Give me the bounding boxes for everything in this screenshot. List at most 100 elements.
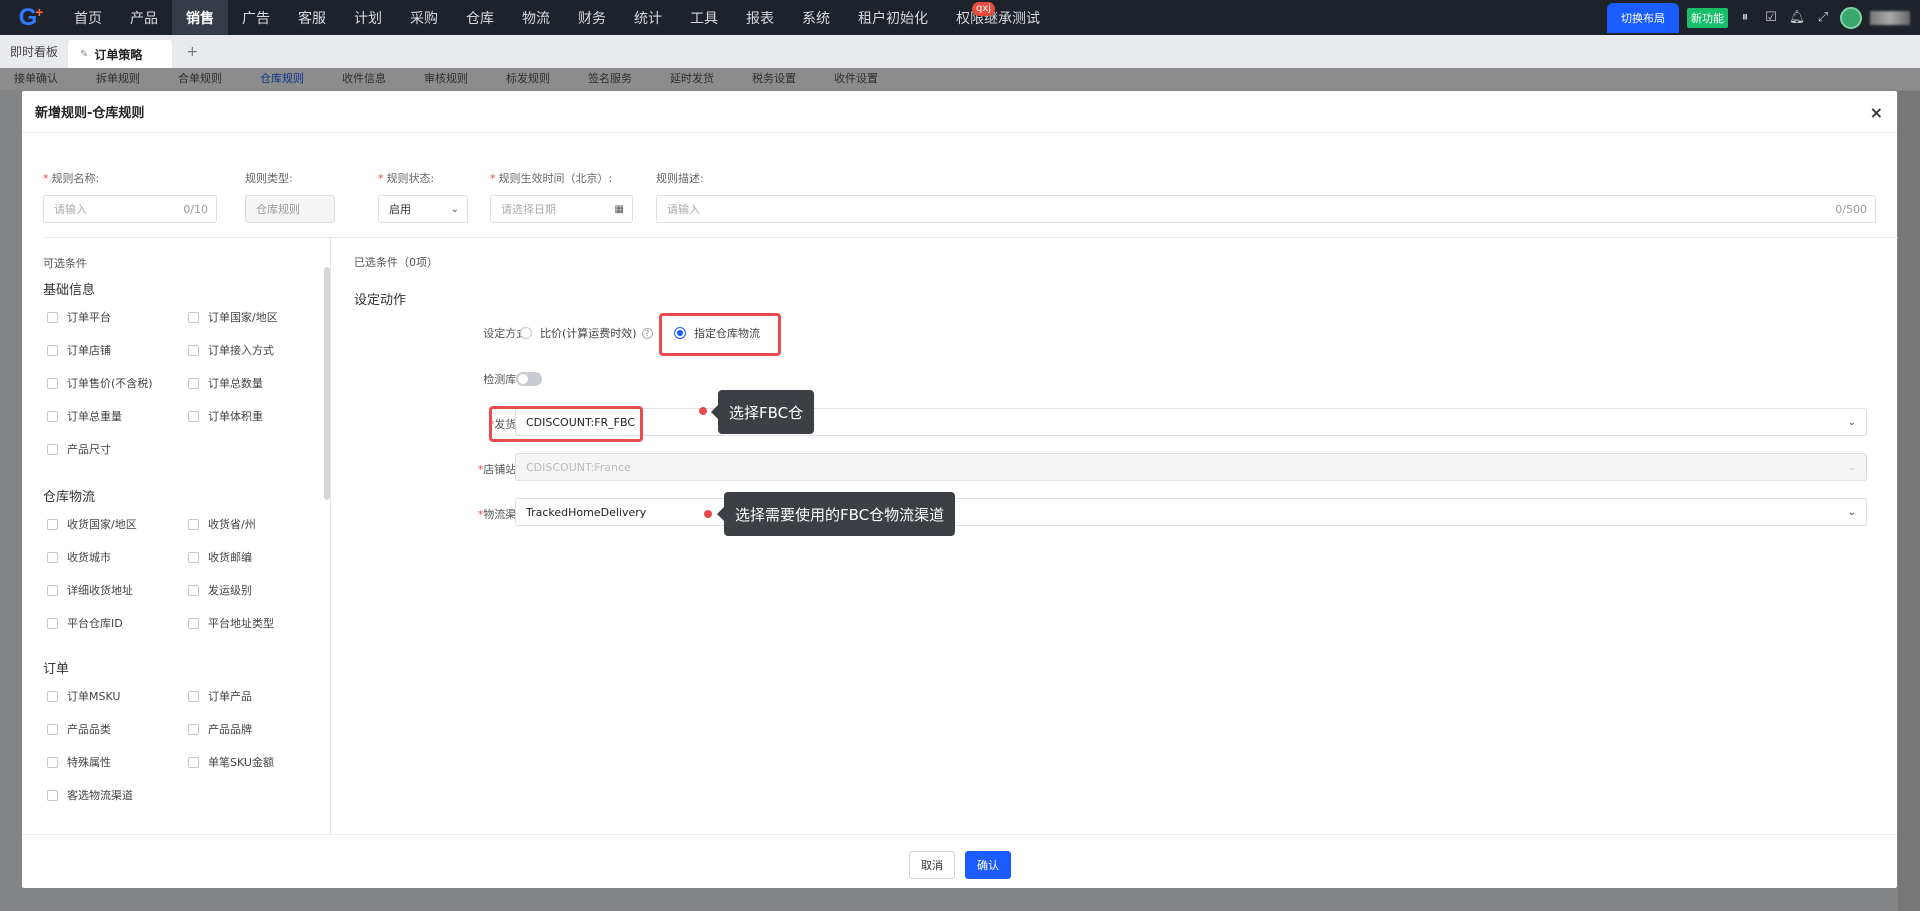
condition-shipping-level[interactable]: 发运级别 [188, 582, 252, 598]
checkbox[interactable] [188, 377, 199, 389]
condition-customer-channel[interactable]: 客选物流渠道 [47, 787, 133, 803]
group-warehouse-logistics-title: 仓库物流 [43, 490, 96, 505]
nav-item-reports[interactable]: 报表 [732, 0, 788, 35]
rule-name-input[interactable]: 请输入 0/10 [43, 195, 217, 223]
nav-item-sales[interactable]: 销售 [172, 0, 228, 35]
checkbox[interactable] [47, 377, 58, 389]
annotation-dot [704, 510, 712, 518]
rule-status-field: * 规则状态: 启用 ⌄ [378, 171, 468, 223]
modal-title: 新增规则-仓库规则 [35, 106, 145, 121]
condition-order-price[interactable]: 订单售价(不含税) [47, 375, 153, 391]
rule-type-value: 仓库规则 [256, 203, 300, 216]
help-icon[interactable]: ? [641, 327, 653, 339]
nav-item-warehouse[interactable]: 仓库 [452, 0, 508, 35]
nav-item-plan[interactable]: 计划 [340, 0, 396, 35]
nav-item-permission-test[interactable]: 权限继承测试 qxj [942, 0, 1054, 35]
condition-order-country[interactable]: 订单国家/地区 [188, 309, 278, 325]
new-feature-badge[interactable]: 新功能 [1687, 7, 1728, 28]
checkbox[interactable] [47, 756, 58, 768]
checkbox[interactable] [47, 584, 58, 596]
condition-order-quantity[interactable]: 订单总数量 [188, 375, 263, 391]
condition-order-platform[interactable]: 订单平台 [47, 309, 111, 325]
condition-product-category[interactable]: 产品品类 [47, 721, 111, 737]
checkbox[interactable] [188, 551, 199, 563]
close-icon[interactable]: × [1870, 103, 1883, 122]
checkbox[interactable] [47, 344, 58, 356]
rule-status-select[interactable]: 启用 ⌄ [378, 195, 468, 223]
checkbox[interactable] [47, 551, 58, 563]
checkbox[interactable] [188, 311, 199, 323]
confirm-button[interactable]: 确认 [965, 851, 1011, 879]
nav-item-service[interactable]: 客服 [284, 0, 340, 35]
checkbox[interactable] [188, 690, 199, 702]
check-stock-label: 检测库存: [483, 373, 531, 386]
condition-recv-country[interactable]: 收货国家/地区 [47, 516, 137, 532]
checkbox[interactable] [188, 344, 199, 356]
condition-order-volume-weight[interactable]: 订单体积重 [188, 408, 263, 424]
condition-product-brand[interactable]: 产品品牌 [188, 721, 252, 737]
checkbox[interactable] [188, 617, 199, 629]
tab-dashboard[interactable]: 即时看板 [0, 35, 68, 68]
checkbox[interactable] [47, 617, 58, 629]
left-panel-scrollbar[interactable] [324, 267, 330, 500]
condition-sku-amount[interactable]: 单笔SKU金额 [188, 754, 274, 770]
check-stock-toggle[interactable] [516, 372, 542, 386]
condition-product-size[interactable]: 产品尺寸 [47, 441, 111, 457]
rule-desc-input[interactable]: 请输入 0/500 [656, 195, 1876, 223]
checkbox[interactable] [188, 518, 199, 530]
mode-option-compare[interactable]: 比价(计算运费时效) ? [520, 325, 653, 341]
condition-platform-address-type[interactable]: 平台地址类型 [188, 615, 274, 631]
rule-form-row: * 规则名称: 请输入 0/10 规则类型: 仓库规则 * 规则状态: 启用 ⌄ *… [43, 171, 1876, 223]
checkbox[interactable] [188, 756, 199, 768]
nav-item-home[interactable]: 首页 [60, 0, 116, 35]
chevron-down-icon: ⌄ [450, 203, 459, 215]
condition-recv-state[interactable]: 收货省/州 [188, 516, 256, 532]
radio[interactable] [520, 327, 532, 339]
tab-order-strategy[interactable]: ✎ 订单策略 [68, 40, 173, 68]
condition-special-attr[interactable]: 特殊属性 [47, 754, 111, 770]
rule-time-input[interactable]: 请选择日期 ▦ [490, 195, 633, 223]
nav-item-logistics[interactable]: 物流 [508, 0, 564, 35]
nav-item-tools[interactable]: 工具 [676, 0, 732, 35]
nav-item-stats[interactable]: 统计 [620, 0, 676, 35]
nav-item-purchase[interactable]: 采购 [396, 0, 452, 35]
condition-order-access[interactable]: 订单接入方式 [188, 342, 274, 358]
checkbox[interactable] [47, 789, 58, 801]
cancel-button[interactable]: 取消 [909, 851, 955, 879]
mode-label: 设定方式: [483, 327, 531, 340]
username-blurred[interactable] [1870, 10, 1910, 25]
add-tab-button[interactable]: + [172, 35, 212, 68]
checkbox[interactable] [47, 690, 58, 702]
checkbox[interactable] [47, 443, 58, 455]
checkbox[interactable] [47, 723, 58, 735]
condition-platform-warehouse-id[interactable]: 平台仓库ID [47, 615, 123, 631]
condition-recv-address[interactable]: 详细收货地址 [47, 582, 133, 598]
checkbox[interactable] [47, 518, 58, 530]
nav-item-product[interactable]: 产品 [116, 0, 172, 35]
pause-icon[interactable]: ⏸ [1736, 9, 1754, 27]
checkbox[interactable] [188, 723, 199, 735]
nav-item-ads[interactable]: 广告 [228, 0, 284, 35]
bell-icon[interactable]: 🔔︎ [1788, 9, 1806, 27]
logo[interactable]: G+ [0, 0, 60, 35]
nav-item-tenant-init[interactable]: 租户初始化 [844, 0, 942, 35]
checkbox[interactable] [188, 410, 199, 422]
checkbox[interactable] [47, 410, 58, 422]
rule-name-field: * 规则名称: 请输入 0/10 [43, 171, 217, 223]
switch-layout-button[interactable]: 切换布局 [1607, 2, 1679, 33]
condition-order-msku[interactable]: 订单MSKU [47, 688, 120, 704]
condition-order-product[interactable]: 订单产品 [188, 688, 252, 704]
checkbox[interactable] [47, 311, 58, 323]
fullscreen-icon[interactable]: ⤢ [1814, 9, 1832, 27]
chevron-down-icon: ⌄ [1847, 417, 1856, 428]
condition-order-weight[interactable]: 订单总重量 [47, 408, 122, 424]
task-check-icon[interactable]: ☑ [1762, 9, 1780, 27]
condition-order-store[interactable]: 订单店铺 [47, 342, 111, 358]
pin-icon[interactable]: ✎ [80, 49, 88, 60]
avatar[interactable] [1840, 6, 1862, 29]
nav-item-system[interactable]: 系统 [788, 0, 844, 35]
condition-recv-city[interactable]: 收货城市 [47, 549, 111, 565]
condition-recv-zip[interactable]: 收货邮编 [188, 549, 252, 565]
checkbox[interactable] [188, 584, 199, 596]
nav-item-finance[interactable]: 财务 [564, 0, 620, 35]
